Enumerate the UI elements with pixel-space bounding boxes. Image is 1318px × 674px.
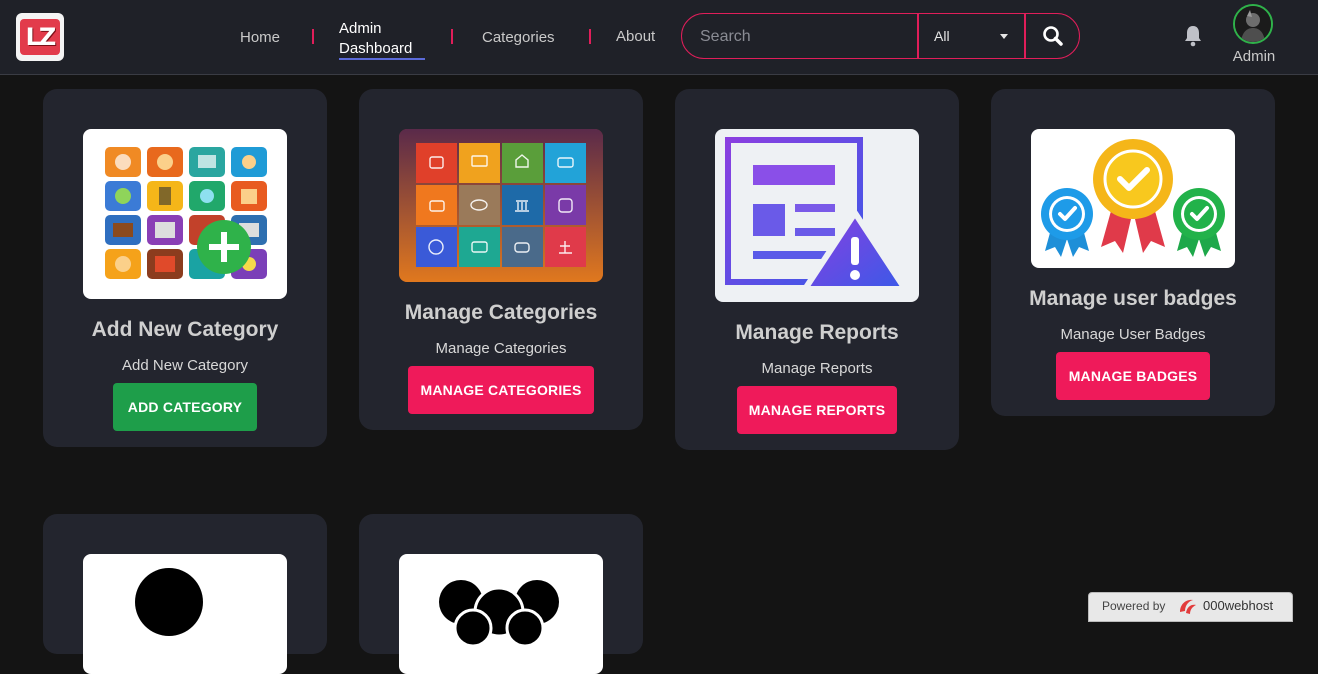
card-manage-groups <box>359 514 643 674</box>
card-subtitle: Manage Reports <box>761 360 873 377</box>
avatar-image <box>1235 6 1271 42</box>
user-image <box>83 554 287 674</box>
search-input[interactable] <box>698 14 917 60</box>
card-manage-badges: Manage user badges Manage User Badges MA… <box>991 89 1275 416</box>
host-name: 000webhost <box>1203 598 1274 613</box>
search-button[interactable] <box>1026 14 1080 58</box>
top-navbar: LZ Home Admin Dashboard Categories About… <box>0 0 1318 75</box>
nav-separator <box>451 29 453 44</box>
active-link-underline <box>339 58 425 60</box>
card-title: Manage Reports <box>735 321 899 344</box>
add-category-image <box>83 129 287 299</box>
card-manage-reports: Manage Reports Manage Reports MANAGE REP… <box>675 89 959 450</box>
search-scope-select[interactable]: All <box>934 14 1024 58</box>
manage-reports-image <box>715 129 919 302</box>
manage-badges-button[interactable]: MANAGE BADGES <box>1056 352 1210 400</box>
nav-about-link[interactable]: About <box>616 28 655 45</box>
manage-categories-button[interactable]: MANAGE CATEGORIES <box>408 366 594 414</box>
nav-categories-link[interactable]: Categories <box>482 29 555 46</box>
notifications-button[interactable] <box>1182 24 1204 48</box>
add-category-button[interactable]: ADD CATEGORY <box>113 383 257 431</box>
card-subtitle: Add New Category <box>122 357 248 374</box>
card-subtitle: Manage User Badges <box>1060 326 1206 343</box>
user-avatar[interactable] <box>1233 4 1273 44</box>
manage-badges-image <box>1031 129 1235 268</box>
nav-home-link[interactable]: Home <box>240 29 280 46</box>
card-title: Add New Category <box>91 318 279 341</box>
user-icon <box>135 568 203 636</box>
group-image <box>399 554 603 674</box>
search-scope-value: All <box>934 28 950 44</box>
nav-separator <box>589 29 591 44</box>
search-divider <box>917 14 919 58</box>
host-logo-icon <box>1180 599 1196 614</box>
nav-admin-line1: Admin <box>339 20 382 37</box>
manage-reports-button[interactable]: MANAGE REPORTS <box>737 386 897 434</box>
nav-admin-dashboard-link[interactable]: Admin Dashboard <box>339 19 425 59</box>
categories-tiles-image <box>399 129 603 282</box>
category-icons-grid-image <box>105 147 267 279</box>
chevron-down-icon <box>1000 34 1008 39</box>
search-icon <box>1043 26 1063 46</box>
powered-by-badge[interactable]: Powered by 000webhost <box>1088 592 1293 622</box>
site-logo[interactable]: LZ <box>16 13 64 61</box>
bell-icon <box>1185 26 1201 47</box>
card-add-category: Add New Category Add New Category ADD CA… <box>43 89 327 447</box>
powered-by-label: Powered by <box>1102 599 1166 613</box>
logo-text: LZ <box>20 19 60 55</box>
nav-admin-line2: Dashboard <box>339 40 413 57</box>
card-subtitle: Manage Categories <box>435 340 567 357</box>
card-manage-users <box>43 514 327 674</box>
group-users-icon <box>439 580 559 648</box>
user-name-label: Admin <box>1232 48 1276 65</box>
card-title: Manage user badges <box>1029 287 1237 310</box>
badges-icon <box>1041 139 1225 257</box>
card-title: Manage Categories <box>404 301 598 324</box>
report-warning-icon <box>725 137 908 292</box>
manage-categories-image <box>399 129 603 282</box>
card-manage-categories: Manage Categories Manage Categories MANA… <box>359 89 643 430</box>
search-bar: All <box>681 13 1080 60</box>
nav-separator <box>312 29 314 44</box>
